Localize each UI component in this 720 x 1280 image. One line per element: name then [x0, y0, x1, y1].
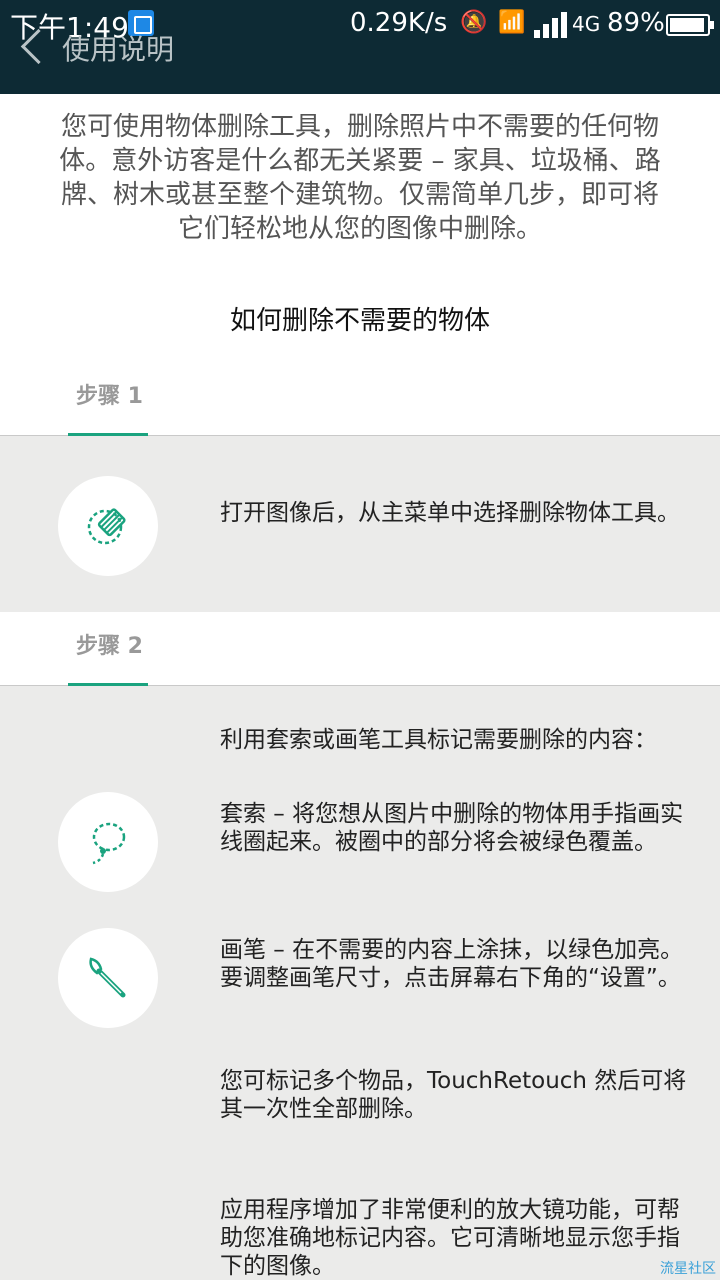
network-speed: 0.29K/s: [350, 8, 448, 38]
battery-percent: 89%: [607, 8, 665, 38]
step-1-label: 步骤 1: [76, 384, 143, 409]
magnifier-text: 应用程序增加了非常便利的放大镜功能，可帮助您准确地标记内容。它可清晰地显示您手指…: [220, 1197, 680, 1279]
brush-text: 画笔 – 在不需要的内容上涂抹，以绿色加亮。要调整画笔尺寸，点击屏幕右下角的“设…: [220, 937, 684, 991]
step-1-text: 打开图像后，从主菜单中选择删除物体工具。: [220, 500, 680, 526]
cell-signal-icon: [534, 12, 570, 38]
back-button[interactable]: [18, 28, 42, 64]
step-1-section: 打开图像后，从主菜单中选择删除物体工具。: [0, 437, 720, 612]
page-title: 使用说明: [62, 33, 175, 66]
battery-icon: [666, 14, 714, 36]
step-2-section: 利用套索或画笔工具标记需要删除的内容： 套索 – 将您想从图片中删除的物体用手指…: [0, 686, 720, 1280]
step-2-label: 步骤 2: [76, 634, 143, 659]
step-1-tab[interactable]: 步骤 1: [0, 362, 720, 436]
step-2-intro: 利用套索或画笔工具标记需要删除的内容：: [220, 727, 657, 753]
multi-mark-text: 您可标记多个物品，TouchRetouch 然后可将其一次性全部删除。: [220, 1068, 687, 1122]
brush-icon: [58, 928, 158, 1028]
object-remove-icon: [58, 476, 158, 576]
mute-bell-icon: 🔕: [460, 10, 488, 35]
app-header: 下午1:49 0.29K/s 🔕 📶 4G 89% 使用说明: [0, 0, 720, 94]
lasso-text: 套索 – 将您想从图片中删除的物体用手指画实线圈起来。被圈中的部分将会被绿色覆盖…: [220, 801, 684, 855]
howto-title: 如何删除不需要的物体: [229, 306, 490, 336]
step-2-tab[interactable]: 步骤 2: [0, 612, 720, 686]
lasso-icon: [58, 792, 158, 892]
intro-text: 您可使用物体删除工具，删除照片中不需要的任何物体。意外访客是什么都无关紧要 – …: [59, 112, 661, 244]
intro-section: 您可使用物体删除工具，删除照片中不需要的任何物体。意外访客是什么都无关紧要 – …: [0, 94, 720, 362]
watermark: 流星社区: [660, 1261, 716, 1277]
wifi-icon: 📶: [498, 10, 526, 35]
network-type: 4G: [572, 12, 601, 36]
step-1-indicator: [68, 433, 148, 436]
